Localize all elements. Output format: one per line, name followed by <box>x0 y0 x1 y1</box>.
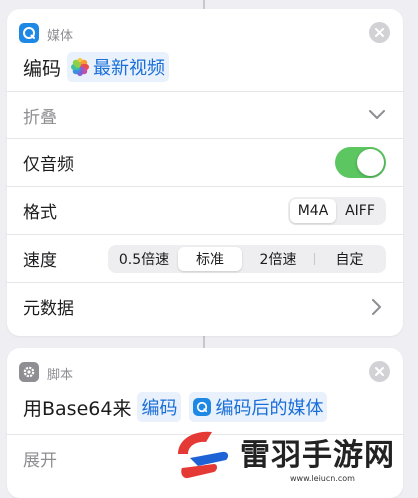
close-icon <box>375 28 384 37</box>
collapse-label: 折叠 <box>23 107 57 128</box>
variable-label: 最新视频 <box>93 58 166 79</box>
watermark-url: www.leiucn.com <box>290 474 355 483</box>
chevron-down-icon <box>368 106 386 124</box>
card-header: 脚本 <box>7 348 403 383</box>
variable-token-latest-video[interactable]: 最新视频 <box>67 52 170 82</box>
action-title-row: 编码 最新视频 <box>7 39 403 91</box>
flow-connector-top <box>203 0 205 9</box>
watermark-logo <box>178 431 229 479</box>
format-option-aiff[interactable]: AIFF <box>336 199 384 223</box>
format-label: 格式 <box>23 203 57 223</box>
metadata-label: 元数据 <box>23 299 74 319</box>
format-row: 格式 M4A AIFF <box>7 186 403 234</box>
collapse-row[interactable]: 折叠 <box>7 91 403 138</box>
media-app-icon <box>193 398 212 416</box>
encode-media-action-card[interactable]: 媒体 编码 最新视频 折叠 仅音频 格式 M4A AIFF 速度 0.5倍速 标… <box>7 9 403 336</box>
action-prefix: 用Base64来 <box>23 397 132 420</box>
metadata-row[interactable]: 元数据 <box>7 282 403 330</box>
speed-option-double[interactable]: 2倍速 <box>242 247 314 271</box>
toggle-knob <box>357 149 384 176</box>
speed-option-standard[interactable]: 标准 <box>178 246 242 271</box>
flow-connector-middle <box>203 336 205 348</box>
encode-mode-token[interactable]: 编码 <box>137 392 182 422</box>
close-icon <box>375 367 384 376</box>
format-segmented-control: M4A AIFF <box>288 196 386 225</box>
card-header: 媒体 <box>7 9 403 44</box>
chevron-right-icon <box>368 298 386 316</box>
variable-token-encoded-media[interactable]: 编码后的媒体 <box>189 392 328 422</box>
action-verb: 编码 <box>23 57 62 80</box>
audio-only-label: 仅音频 <box>23 155 74 175</box>
site-watermark: 雷羽手游网 www.leiucn.com <box>166 424 418 488</box>
speed-label: 速度 <box>23 251 57 271</box>
photos-icon <box>71 58 90 76</box>
speed-option-custom[interactable]: 自定 <box>315 247 384 271</box>
format-option-m4a[interactable]: M4A <box>290 198 336 223</box>
audio-only-toggle[interactable] <box>335 147 386 178</box>
audio-only-row: 仅音频 <box>7 138 403 186</box>
watermark-text: 雷羽手游网 <box>240 438 395 473</box>
variable-label: 编码后的媒体 <box>215 398 324 419</box>
speed-option-half[interactable]: 0.5倍速 <box>110 247 178 271</box>
speed-segmented-control: 0.5倍速 标准 2倍速 自定 <box>108 244 386 273</box>
speed-row: 速度 0.5倍速 标准 2倍速 自定 <box>7 234 403 282</box>
